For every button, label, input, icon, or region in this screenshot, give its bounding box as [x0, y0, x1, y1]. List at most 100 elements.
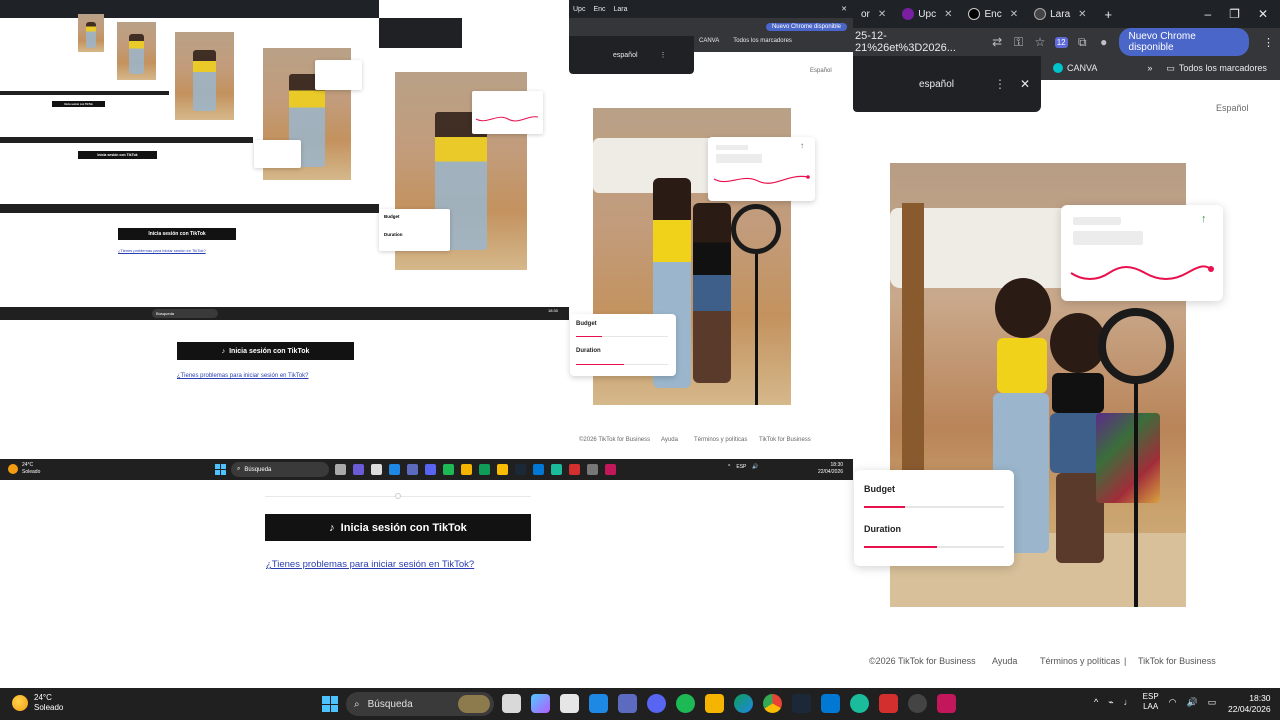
translate-close-icon[interactable]: ✕: [1020, 77, 1030, 91]
login-tiktok-button[interactable]: ♪ Inicia sesión con TikTok: [265, 514, 531, 541]
taskbar-search-box[interactable]: ⌕ Búsqueda: [346, 692, 494, 716]
spotify-icon[interactable]: [676, 694, 695, 713]
mic-icon[interactable]: ♩: [1124, 697, 1133, 707]
sun-icon: [8, 464, 18, 474]
nested-footer-help[interactable]: Ayuda: [661, 437, 678, 443]
nested-clock: 18:30: [548, 308, 559, 313]
nested-translate-language[interactable]: español: [613, 52, 638, 59]
language-indicator[interactable]: ESP LAA: [1143, 692, 1159, 712]
wifi-icon[interactable]: ◠: [1169, 697, 1177, 708]
nested-help-link-mid[interactable]: ¿Tienes problemas para iniciar sesión en…: [177, 373, 309, 379]
close-icon[interactable]: ✕: [1078, 9, 1086, 20]
file-explorer-icon[interactable]: [705, 694, 724, 713]
bookmark-canva[interactable]: CANVA: [1053, 63, 1097, 73]
shield-icon: [1034, 8, 1047, 20]
windows-start-icon[interactable]: [322, 696, 338, 712]
windows-start-icon[interactable]: [215, 464, 226, 475]
language-selector[interactable]: Español: [1216, 103, 1249, 113]
chrome-icon[interactable]: [763, 694, 782, 713]
extension-badge[interactable]: 12: [1054, 36, 1068, 48]
stat-card: ↑: [1061, 205, 1223, 301]
nested-all-bookmarks[interactable]: Todos los marcadores: [733, 38, 792, 44]
nested-footer-terms[interactable]: Términos y políticas: [694, 437, 747, 443]
taskbar-apps: [502, 694, 956, 713]
tab-label: Lara: [1050, 8, 1071, 20]
close-icon[interactable]: ✕: [1010, 9, 1018, 20]
maximize-button[interactable]: ❐: [1229, 7, 1240, 21]
footer-terms-link[interactable]: Términos y políticas: [1040, 656, 1120, 666]
weather-condition: Soleado: [34, 703, 64, 712]
tab-3[interactable]: Enc ✕: [960, 0, 1026, 28]
bookmarks-more-icon[interactable]: »: [1147, 63, 1152, 73]
nested-canva-bookmark[interactable]: CANVA: [699, 38, 719, 44]
chrome-menu-icon[interactable]: ⋮: [1257, 36, 1280, 49]
teams-icon[interactable]: [618, 694, 637, 713]
close-window-button[interactable]: ✕: [1258, 7, 1268, 21]
nested-footer-copyright[interactable]: ©2026 TikTok for Business: [579, 437, 650, 443]
files-app-icon[interactable]: [502, 694, 521, 713]
tiktok-icon: [968, 8, 981, 20]
close-icon[interactable]: ✕: [944, 9, 952, 20]
nested-search-box[interactable]: Búsqueda: [152, 309, 218, 318]
battery-icon[interactable]: ▭: [1208, 697, 1217, 708]
system-tray: ^ ⌁ ♩ ESP LAA ◠ 🔊 ▭: [1094, 692, 1216, 712]
acrobat-icon[interactable]: [879, 694, 898, 713]
globe-icon[interactable]: [850, 694, 869, 713]
calculator-icon[interactable]: [937, 694, 956, 713]
tab-2[interactable]: Upc ✕: [894, 0, 960, 28]
obs-icon[interactable]: [908, 694, 927, 713]
address-input[interactable]: 25-12-21%26et%3D2026...: [855, 30, 982, 54]
store-icon[interactable]: [560, 694, 579, 713]
translate-language-option[interactable]: español: [919, 79, 954, 90]
edge-icon[interactable]: [734, 694, 753, 713]
translate-menu-icon[interactable]: ⋮: [994, 77, 1006, 91]
taskbar-clock[interactable]: 18:30 22/04/2026: [1228, 693, 1271, 715]
discord-icon[interactable]: [647, 694, 666, 713]
network-icon[interactable]: ⌁: [1108, 697, 1113, 708]
mail-icon[interactable]: [589, 694, 608, 713]
tab-1[interactable]: or ✕: [853, 0, 894, 28]
nested-help-link[interactable]: ¿Tienes problemas para iniciar sesión en…: [118, 248, 206, 253]
nested-footer-business[interactable]: TikTok for Business: [759, 437, 811, 443]
minimize-button[interactable]: –: [1204, 7, 1211, 21]
nested-login-button-2[interactable]: Inicia sesión con TikTok: [78, 151, 157, 159]
volume-icon[interactable]: 🔊: [1187, 697, 1198, 708]
duration-fill: [864, 546, 937, 548]
budget-label: Budget: [576, 321, 597, 327]
footer-business-link[interactable]: TikTok for Business: [1138, 656, 1216, 666]
nested-login-button[interactable]: Inicia sesión con TikTok: [118, 228, 236, 240]
folder-icon: ▭: [1166, 62, 1175, 73]
tab-4[interactable]: Lara ✕: [1026, 0, 1094, 28]
tiktok-icon: ♪: [221, 347, 226, 355]
nested-taskbar-tiny-2: [0, 137, 253, 143]
nested-search-box[interactable]: ⌕ Búsqueda: [231, 462, 329, 477]
vscode-icon[interactable]: [821, 694, 840, 713]
nested-stat-card-mid: ↑: [708, 137, 815, 201]
translate-icon[interactable]: ⇄: [990, 35, 1003, 49]
weather-widget[interactable]: 24°C Soleado: [12, 693, 63, 713]
nested-language-link[interactable]: Español: [810, 68, 832, 74]
nested-translate-menu-icon[interactable]: ⋮: [660, 51, 667, 59]
nested-update-button[interactable]: Nuevo Chrome disponible: [765, 23, 847, 31]
sun-icon: [12, 695, 28, 711]
footer-separator: |: [1124, 656, 1127, 666]
footer-help-link[interactable]: Ayuda: [992, 656, 1017, 666]
copilot-icon[interactable]: [531, 694, 550, 713]
update-chrome-button[interactable]: Nuevo Chrome disponible: [1118, 28, 1249, 56]
all-bookmarks-folder[interactable]: ▭ Todos los marcadores: [1166, 63, 1267, 74]
key-icon[interactable]: ⚿: [1012, 35, 1025, 49]
puzzle-icon[interactable]: ⧉: [1076, 35, 1089, 49]
avatar-icon[interactable]: ●: [1097, 35, 1110, 49]
chevron-up-icon[interactable]: ^: [1094, 697, 1098, 707]
nested-login-button-mid[interactable]: ♪ Inicia sesión con TikTok: [177, 342, 354, 360]
star-icon[interactable]: ☆: [1033, 35, 1046, 49]
login-help-link[interactable]: ¿Tienes problemas para iniciar sesión en…: [266, 559, 474, 570]
steam-icon[interactable]: [792, 694, 811, 713]
search-highlight-image: [458, 695, 490, 713]
close-icon[interactable]: ✕: [878, 9, 886, 20]
nested-login-button-3[interactable]: Inicia sesión con TikTok: [52, 101, 105, 107]
new-tab-button[interactable]: +: [1095, 7, 1123, 22]
footer-copyright[interactable]: ©2026 TikTok for Business: [869, 656, 976, 666]
search-icon: ⌕: [237, 466, 241, 472]
duration-label: Duration: [384, 232, 403, 237]
